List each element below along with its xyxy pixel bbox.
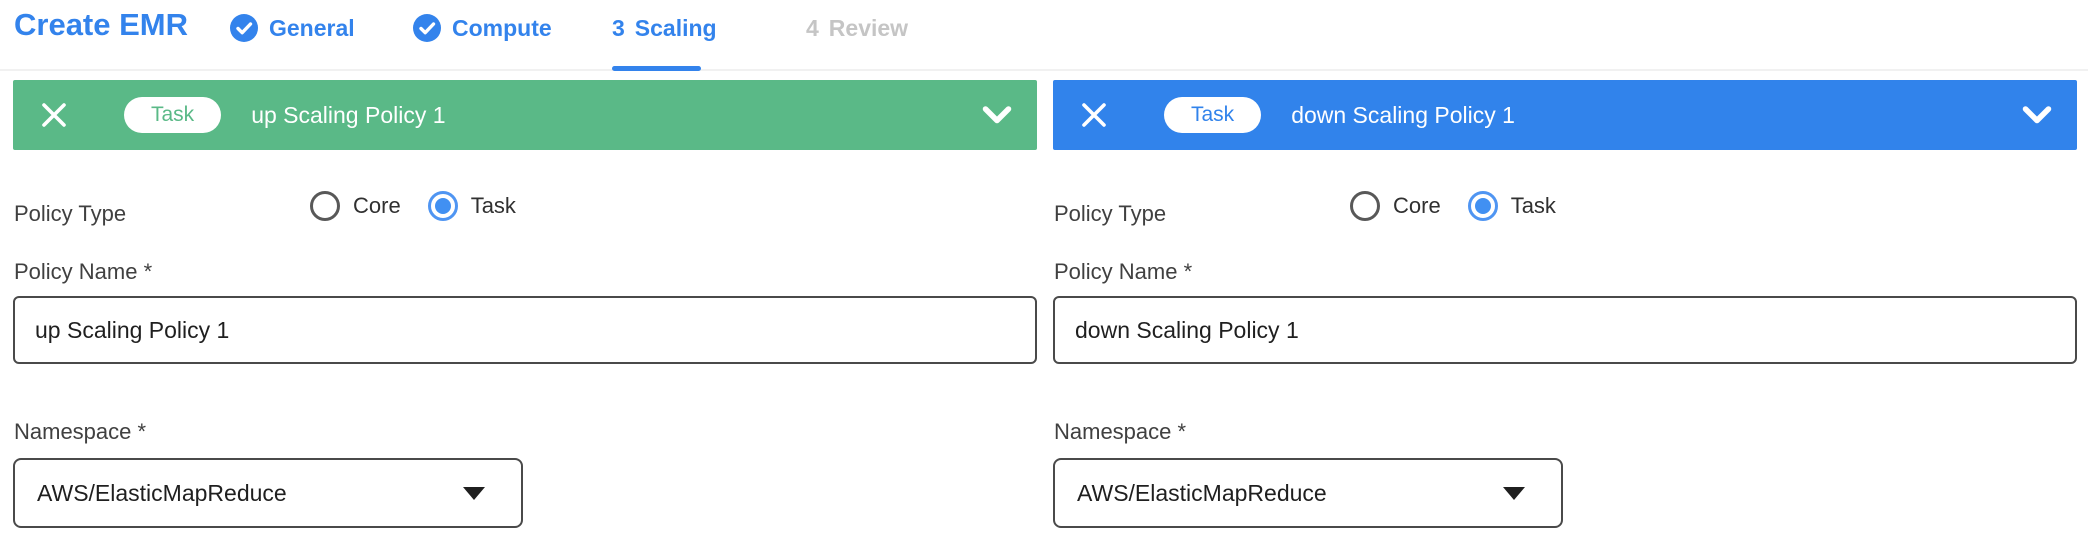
- namespace-value: AWS/ElasticMapReduce: [37, 480, 287, 507]
- namespace-select[interactable]: AWS/ElasticMapReduce: [1053, 458, 1563, 528]
- radio-selected-icon[interactable]: [428, 191, 458, 221]
- wizard-header: Create EMR General Compute 3 Scaling 4 R…: [0, 0, 2088, 71]
- radio-selected-icon[interactable]: [1468, 191, 1498, 221]
- radio-label: Task: [471, 193, 516, 219]
- radio-label: Task: [1511, 193, 1556, 219]
- policy-type-radio-group: Core Task: [1350, 191, 1556, 221]
- radio-circle-icon[interactable]: [1350, 191, 1380, 221]
- namespace-label: Namespace *: [14, 419, 146, 445]
- close-icon[interactable]: [1079, 100, 1109, 130]
- dropdown-arrow-icon: [1503, 487, 1525, 500]
- policy-name-value: down Scaling Policy 1: [1075, 317, 1299, 344]
- page-title: Create EMR: [14, 7, 188, 43]
- radio-core[interactable]: Core: [310, 191, 401, 221]
- policy-accordion-header[interactable]: Task down Scaling Policy 1: [1053, 80, 2077, 150]
- radio-label: Core: [353, 193, 401, 219]
- policy-type-radio-group: Core Task: [310, 191, 516, 221]
- namespace-label: Namespace *: [1054, 419, 1186, 445]
- policy-name-value: up Scaling Policy 1: [35, 317, 229, 344]
- policy-name-input[interactable]: up Scaling Policy 1: [13, 296, 1037, 364]
- policy-name-input[interactable]: down Scaling Policy 1: [1053, 296, 2077, 364]
- policy-name-label: Policy Name *: [14, 259, 152, 285]
- policy-type-label: Policy Type: [1054, 201, 1166, 227]
- step-general[interactable]: General: [230, 13, 355, 43]
- chevron-down-icon[interactable]: [981, 106, 1013, 125]
- step-number: 3: [612, 15, 625, 42]
- scale-up-policy-panel: Task up Scaling Policy 1 Policy Type Cor…: [13, 80, 1037, 548]
- radio-task[interactable]: Task: [428, 191, 516, 221]
- policy-type-label: Policy Type: [14, 201, 126, 227]
- chevron-down-icon[interactable]: [2021, 106, 2053, 125]
- close-icon[interactable]: [39, 100, 69, 130]
- step-scaling[interactable]: 3 Scaling: [612, 13, 717, 43]
- radio-circle-icon[interactable]: [310, 191, 340, 221]
- namespace-select[interactable]: AWS/ElasticMapReduce: [13, 458, 523, 528]
- policy-name-label: Policy Name *: [1054, 259, 1192, 285]
- step-number: 4: [806, 15, 819, 42]
- active-step-underline: [612, 66, 701, 71]
- step-label: Compute: [452, 15, 552, 42]
- dropdown-arrow-icon: [463, 487, 485, 500]
- step-review[interactable]: 4 Review: [806, 13, 908, 43]
- check-icon: [230, 14, 258, 42]
- step-compute[interactable]: Compute: [413, 13, 552, 43]
- radio-task[interactable]: Task: [1468, 191, 1556, 221]
- policy-accordion-header[interactable]: Task up Scaling Policy 1: [13, 80, 1037, 150]
- radio-core[interactable]: Core: [1350, 191, 1441, 221]
- step-label: Scaling: [635, 15, 717, 42]
- policy-bar-title: down Scaling Policy 1: [1291, 102, 1515, 129]
- badge-label: Task: [151, 103, 194, 127]
- step-label: General: [269, 15, 355, 42]
- node-type-badge: Task: [1164, 97, 1261, 133]
- badge-label: Task: [1191, 103, 1234, 127]
- scale-down-policy-panel: Task down Scaling Policy 1 Policy Type C…: [1053, 80, 2077, 548]
- radio-label: Core: [1393, 193, 1441, 219]
- namespace-value: AWS/ElasticMapReduce: [1077, 480, 1327, 507]
- step-label: Review: [829, 15, 908, 42]
- policy-bar-title: up Scaling Policy 1: [251, 102, 445, 129]
- node-type-badge: Task: [124, 97, 221, 133]
- check-icon: [413, 14, 441, 42]
